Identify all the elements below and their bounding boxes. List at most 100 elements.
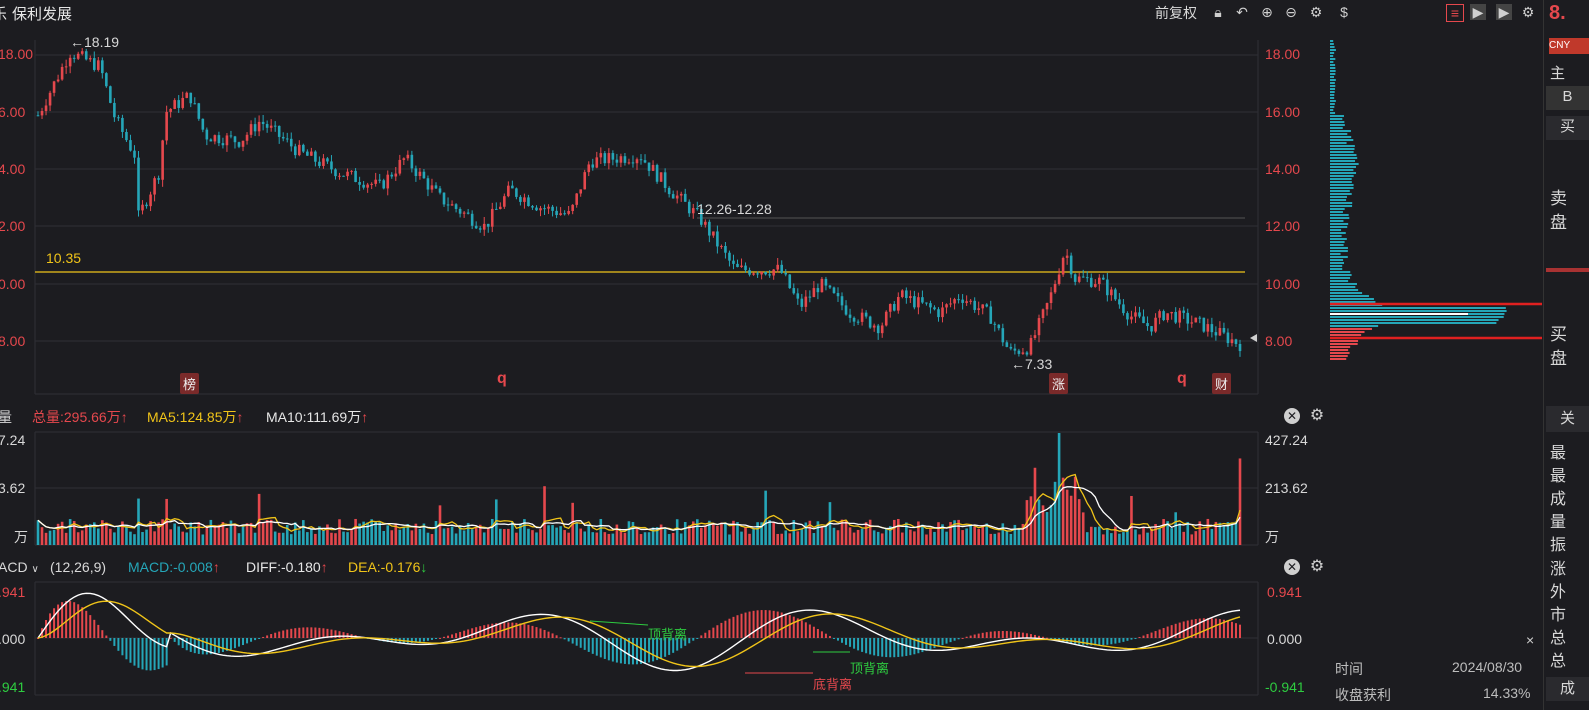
macd-bar [426,638,429,641]
candle-body [736,263,739,268]
macd-params[interactable]: (12,26,9) [50,559,106,575]
vol-left-axis: 7.24 [0,432,26,448]
chip-bar [1330,307,1506,309]
volume-bar [884,528,888,545]
macd-bar [73,602,76,638]
event-marker[interactable]: 涨 [1049,373,1069,394]
macd-bar [290,628,293,638]
adjust-mode-button[interactable]: 前复权 [1155,3,1197,23]
undo-icon[interactable]: ↶ [1234,4,1250,20]
candle-body [209,139,213,142]
volume-bar [40,527,44,545]
candle-body [796,293,800,299]
event-marker[interactable]: q [497,370,507,388]
event-marker[interactable]: q [1177,370,1187,388]
volume-bar [225,528,229,545]
volume-bar [1230,523,1234,545]
macd-bar [816,629,819,638]
candle-body [298,144,301,156]
macd-bar [1009,631,1012,638]
candle-body [474,225,478,229]
volume-bar [607,533,611,545]
candle-body [394,173,398,177]
macd-bar [101,630,104,638]
lock-icon[interactable]: 🔒︎ [1210,4,1226,20]
candle-body [535,207,538,211]
macd-bar [1021,632,1024,638]
candle-body [1234,339,1238,344]
gear-icon[interactable]: ⚙ [1308,4,1324,20]
side-tab[interactable]: 关 [1546,406,1589,432]
close-icon[interactable]: × [1526,632,1534,648]
play-icon[interactable]: ▶ [1470,4,1486,20]
close-icon[interactable]: ✕ [1284,408,1300,424]
gear-icon[interactable]: ⚙ [1520,4,1536,20]
chip-bar [1330,319,1499,321]
candle-body [607,153,611,164]
volume-ma10: MA10:111.69万↑ [266,409,369,425]
chip-bar [1330,76,1335,78]
macd-right-axis: 0.000 [1267,631,1303,647]
candle-body [249,124,253,135]
list-icon[interactable]: ≡ [1446,4,1464,22]
candle-body [639,159,643,161]
side-label: 买 [1550,325,1567,344]
candle-body [253,124,257,132]
candle-body [201,118,205,130]
volume-bar [917,521,920,545]
macd-bar [704,632,707,638]
candle-body [856,321,860,323]
candle-body [752,273,755,275]
close-icon[interactable]: ✕ [1284,559,1300,575]
candle-body [193,103,197,105]
candle-body [872,325,876,328]
side-tab[interactable]: 成 [1546,677,1589,701]
event-marker[interactable]: 榜 [180,373,200,394]
gear-icon[interactable]: ⚙ [1309,559,1325,575]
volume-bar [1158,528,1161,545]
help-icon[interactable]: $ [1336,4,1352,20]
candle-body [595,157,599,168]
candle-body [663,172,667,188]
side-tab[interactable]: B [1546,86,1589,110]
zoom-out-icon[interactable]: ⊖ [1283,4,1299,20]
candle-body [704,221,707,225]
macd-bar [137,638,140,668]
macd-selector[interactable]: ACD ∨ [0,559,39,575]
zoom-in-icon[interactable]: ⊕ [1259,4,1275,20]
volume-bar [330,532,333,545]
chart-canvas[interactable] [0,24,1330,710]
currency-badge[interactable]: CNY [1549,38,1589,54]
side-tab[interactable]: 买 [1546,116,1589,140]
macd-bar [298,627,301,638]
volume-bar [687,525,691,545]
macd-bar [97,624,100,638]
macd-bar [603,638,606,659]
candle-body [1138,312,1141,317]
event-marker[interactable]: 财 [1212,373,1232,394]
candle-body [225,135,229,146]
gear-icon[interactable]: ⚙ [1309,408,1325,424]
volume-bar [909,529,912,545]
macd-right-axis: -0.941 [1265,679,1305,695]
candle-body [836,293,840,297]
candle-body [1106,279,1109,296]
candle-body [117,117,120,119]
candle-body [129,140,132,151]
macd-bar [1102,638,1105,646]
candle-body [414,168,418,176]
macd-bar [310,627,313,638]
macd-bar [278,631,281,638]
chip-bar [1330,196,1347,198]
chip-bar [1330,256,1348,258]
macd-bar [981,632,984,638]
candle-body [402,158,406,160]
candle-body [1134,312,1137,317]
volume-bar [1106,528,1109,545]
candle-body [708,221,711,236]
candle-body [1214,332,1218,336]
candle-body [1150,326,1153,332]
volume-bar [1009,533,1013,545]
play-icon[interactable]: ▶ [1496,4,1512,20]
macd-bar [579,638,582,648]
